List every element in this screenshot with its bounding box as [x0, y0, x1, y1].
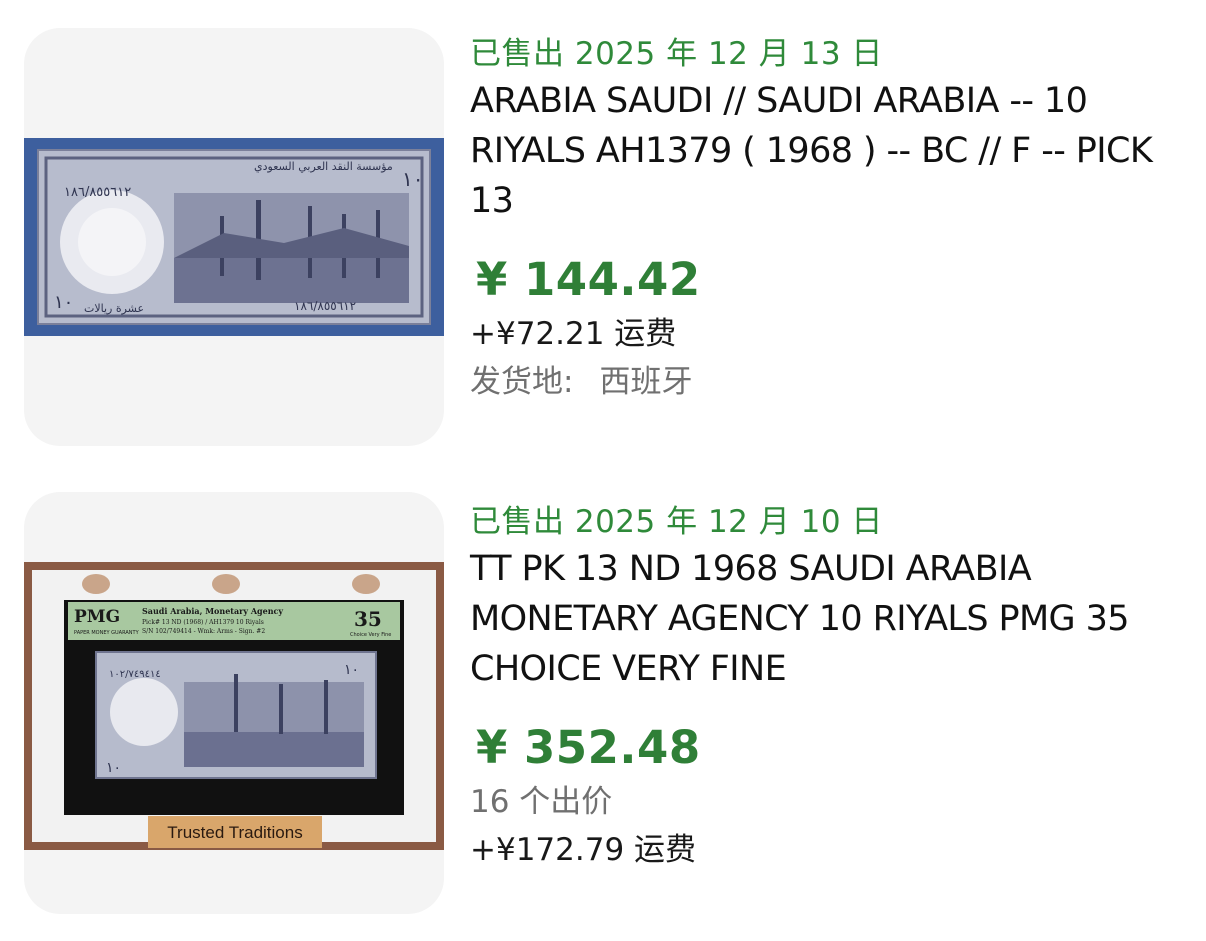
svg-text:١٠٢/٧٤٩٤١٤: ١٠٢/٧٤٩٤١٤: [109, 669, 161, 680]
svg-text:عشرة ريالات: عشرة ريالات: [84, 302, 144, 315]
svg-text:١٨٦/٨٥٥٦١٢: ١٨٦/٨٥٥٦١٢: [294, 299, 356, 313]
svg-text:Saudi Arabia, Monetary Agency: Saudi Arabia, Monetary Agency: [142, 606, 283, 616]
svg-text:١٠: ١٠: [54, 292, 73, 313]
svg-text:Trusted Traditions: Trusted Traditions: [167, 823, 302, 842]
location-value: 西班牙: [599, 364, 693, 400]
svg-text:١٠: ١٠: [402, 167, 423, 191]
svg-text:Choice Very Fine: Choice Very Fine: [350, 632, 391, 638]
item-location: 发货地: 西班牙: [470, 358, 1190, 406]
listing-price: ¥ 144.42: [476, 253, 701, 306]
listing-price: ¥ 352.48: [476, 721, 701, 774]
shipping-cost: +¥72.21 运费: [470, 316, 677, 352]
shipping-cost: +¥172.79 运费: [470, 832, 697, 868]
svg-text:١٠: ١٠: [106, 760, 121, 776]
sold-date: 已售出 2025 年 12 月 10 日: [470, 504, 883, 540]
listing-info: 已售出 2025 年 12 月 13 日 ARABIA SAUDI // SAU…: [470, 32, 1190, 406]
svg-text:PAPER MONEY GUARANTY: PAPER MONEY GUARANTY: [74, 630, 140, 636]
svg-text:١٠: ١٠: [344, 662, 359, 678]
banknote-image: ١٠ ١٠ ١٨٦/٨٥٥٦١٢ مؤسسة النقد العربي السع…: [24, 138, 444, 336]
svg-text:S/N 102/749414 - Wmk: Arms - S: S/N 102/749414 - Wmk: Arms - Sign. #2: [142, 628, 265, 635]
svg-text:مؤسسة النقد العربي السعودي: مؤسسة النقد العربي السعودي: [254, 160, 393, 173]
listing-card[interactable]: ١٠ ١٠ ١٨٦/٨٥٥٦١٢ مؤسسة النقد العربي السع…: [0, 24, 1206, 454]
listing-image[interactable]: ١٠ ١٠ ١٨٦/٨٥٥٦١٢ مؤسسة النقد العربي السع…: [24, 28, 444, 446]
listing-title[interactable]: ARABIA SAUDI // SAUDI ARABIA -- 10 RIYAL…: [470, 76, 1190, 226]
location-label: 发货地:: [470, 364, 574, 400]
svg-text:Pick# 13 ND (1968) / AH1379: Pick# 13 ND (1968) / AH1379 10 Riyals: [142, 619, 264, 626]
svg-text:35: 35: [354, 607, 382, 631]
listing-card[interactable]: PMG Saudi Arabia, Monetary Agency Pick# …: [0, 492, 1206, 922]
listing-info: 已售出 2025 年 12 月 10 日 TT PK 13 ND 1968 SA…: [470, 500, 1190, 874]
listing-image[interactable]: PMG Saudi Arabia, Monetary Agency Pick# …: [24, 492, 444, 914]
bid-count: 16 个出价: [470, 784, 613, 820]
sold-listings: ١٠ ١٠ ١٨٦/٨٥٥٦١٢ مؤسسة النقد العربي السع…: [0, 0, 1206, 941]
svg-text:PMG: PMG: [74, 607, 120, 627]
pmg-banknote-image: PMG Saudi Arabia, Monetary Agency Pick# …: [24, 562, 444, 850]
listing-title[interactable]: TT PK 13 ND 1968 SAUDI ARABIA MONETARY A…: [470, 544, 1190, 694]
svg-text:١٨٦/٨٥٥٦١٢: ١٨٦/٨٥٥٦١٢: [64, 185, 131, 200]
sold-date: 已售出 2025 年 12 月 13 日: [470, 36, 883, 72]
